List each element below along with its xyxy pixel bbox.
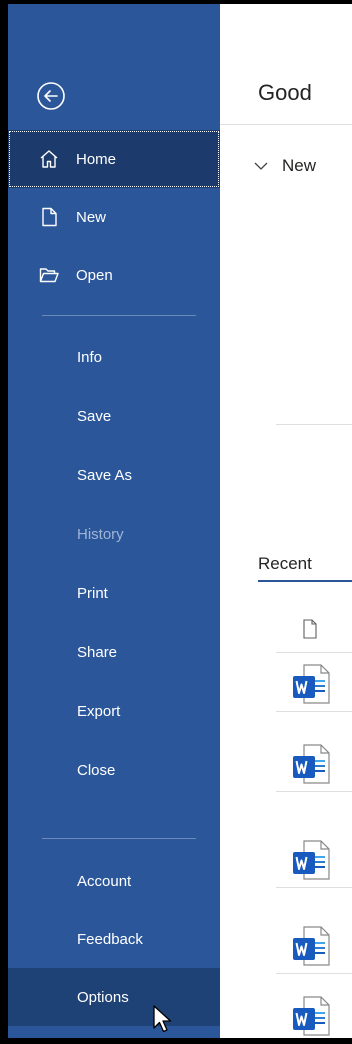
sidebar-item-label: New [76,208,107,226]
row-divider [276,711,352,712]
window-frame-left [0,0,8,1044]
sidebar-item-label: Export [77,702,121,720]
sidebar-item-label: Share [77,643,118,661]
sidebar-item-save-as[interactable]: Save As [8,446,220,504]
sidebar-divider [42,315,196,316]
sidebar-item-label: Open [76,266,113,284]
backstage-sidebar: Home New Open Info Save Save As History … [8,4,220,1038]
sidebar-item-new[interactable]: New [8,188,220,246]
row-divider [276,887,352,888]
sidebar-item-open[interactable]: Open [8,246,220,304]
backstage-main: Good New Recent [220,4,352,1038]
open-folder-icon [39,268,59,283]
sidebar-item-label: Print [77,584,108,602]
sidebar-item-label: Save As [77,466,133,484]
sidebar-item-close[interactable]: Close [8,741,220,799]
sidebar-item-export[interactable]: Export [8,682,220,740]
sidebar-item-label: Options [77,988,129,1006]
sidebar-item-label: Save [77,407,112,425]
home-icon [40,150,58,168]
sidebar-item-label: Feedback [77,930,143,948]
sidebar-item-feedback[interactable]: Feedback [8,910,220,968]
sidebar-item-label: History [77,525,124,543]
word-document-icon [293,926,330,966]
chevron-down-icon [254,162,268,170]
new-section-toggle[interactable]: New [254,156,316,176]
sidebar-item-home[interactable]: Home [8,130,220,188]
tab-recent-underline [258,580,352,582]
section-label: New [282,156,317,175]
document-outline-icon [303,619,317,639]
section-divider [276,424,352,425]
sidebar-item-label: Home [76,150,117,168]
recent-file-row[interactable] [220,984,352,1038]
word-document-icon [293,996,330,1036]
sidebar-item-label: Close [77,761,116,779]
sidebar-item-history: History [8,505,220,563]
recent-file-row[interactable] [220,732,352,792]
sidebar-divider [42,838,196,839]
sidebar-item-options[interactable]: Options [8,968,220,1026]
sidebar-item-label: Info [77,348,103,366]
back-arrow-circle-icon[interactable] [35,80,67,112]
recent-file-row[interactable] [220,828,352,888]
sidebar-item-print[interactable]: Print [8,564,220,622]
word-document-icon [293,840,330,880]
sidebar-item-label: Account [77,872,132,890]
sidebar-item-info[interactable]: Info [8,328,220,386]
new-document-icon [42,207,57,227]
header-divider [220,124,352,125]
sidebar-item-share[interactable]: Share [8,623,220,681]
row-divider [276,791,352,792]
tab-recent[interactable]: Recent [258,554,312,574]
mouse-cursor-icon [153,1005,172,1033]
word-document-icon [293,664,330,704]
sidebar-item-save[interactable]: Save [8,387,220,445]
row-divider [276,973,352,974]
recent-file-row[interactable] [220,652,352,712]
recent-file-row[interactable] [220,914,352,974]
page-title: Good [258,80,312,105]
window-frame-bottom [0,1038,352,1044]
sidebar-item-account[interactable]: Account [8,852,220,910]
word-document-icon [293,744,330,784]
